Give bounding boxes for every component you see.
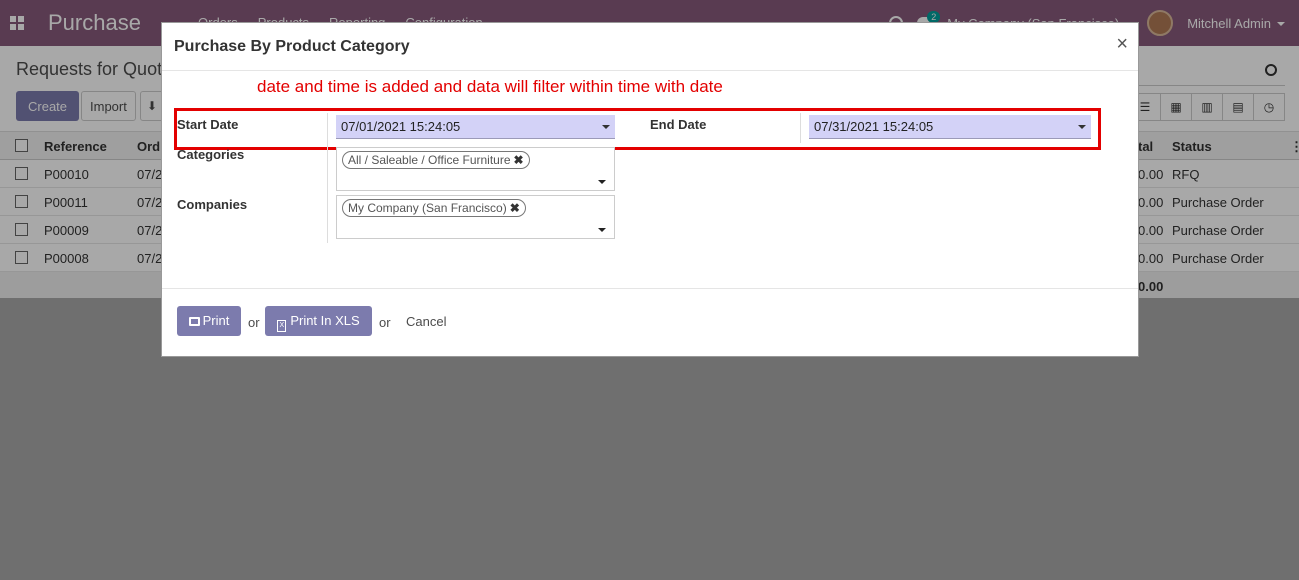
categories-field[interactable]: All / Saleable / Office Furniture ✖ — [336, 147, 615, 191]
chevron-down-icon[interactable] — [1078, 125, 1086, 129]
company-tag: My Company (San Francisco) ✖ — [342, 199, 526, 217]
cancel-button[interactable]: Cancel — [406, 314, 446, 329]
start-date-value: 07/01/2021 15:24:05 — [341, 119, 461, 134]
modal-header: Purchase By Product Category × — [162, 23, 1138, 71]
company-tag-label: My Company (San Francisco) — [348, 201, 507, 215]
category-tag-label: All / Saleable / Office Furniture — [348, 153, 511, 167]
end-date-label: End Date — [650, 117, 707, 132]
modal-title: Purchase By Product Category — [174, 38, 410, 55]
report-wizard-dialog: Purchase By Product Category × date and … — [161, 22, 1139, 357]
remove-tag-icon[interactable]: ✖ — [514, 153, 524, 167]
or-separator: or — [379, 315, 391, 330]
start-date-field[interactable]: 07/01/2021 15:24:05 — [336, 115, 615, 139]
close-icon[interactable]: × — [1116, 33, 1128, 56]
categories-label: Categories — [177, 147, 245, 162]
companies-field[interactable]: My Company (San Francisco) ✖ — [336, 195, 615, 239]
label-divider — [800, 113, 801, 143]
print-button[interactable]: Print — [177, 306, 241, 336]
annotation-note: date and time is added and data will fil… — [257, 77, 723, 96]
print-label: Print — [202, 313, 230, 328]
or-separator: or — [248, 315, 260, 330]
end-date-field[interactable]: 07/31/2021 15:24:05 — [809, 115, 1091, 139]
printer-icon — [188, 317, 200, 326]
companies-label: Companies — [177, 197, 248, 212]
label-divider — [327, 113, 328, 243]
excel-file-icon: X — [277, 320, 287, 332]
start-date-label: Start Date — [177, 117, 239, 132]
chevron-down-icon[interactable] — [602, 125, 610, 129]
remove-tag-icon[interactable]: ✖ — [510, 201, 520, 215]
chevron-down-icon[interactable] — [598, 228, 606, 232]
end-date-value: 07/31/2021 15:24:05 — [814, 119, 934, 134]
print-xls-label: Print In XLS — [290, 313, 360, 328]
chevron-down-icon[interactable] — [598, 180, 606, 184]
modal-footer: Print or X Print In XLS or Cancel — [162, 288, 1138, 356]
print-xls-button[interactable]: X Print In XLS — [265, 306, 372, 336]
category-tag: All / Saleable / Office Furniture ✖ — [342, 151, 530, 169]
